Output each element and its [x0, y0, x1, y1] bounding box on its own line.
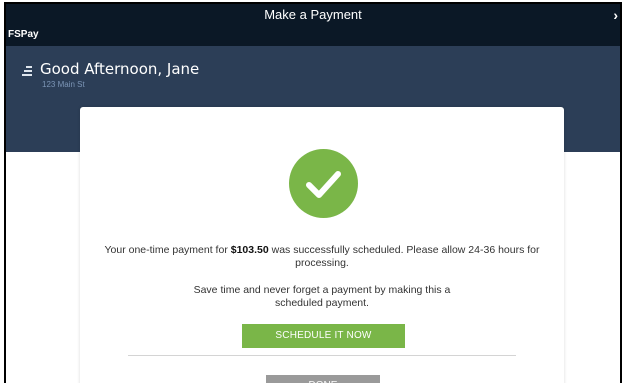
- address-text: 123 Main St: [42, 80, 85, 89]
- message-prefix: Your one-time payment for: [104, 244, 231, 256]
- greeting-text: Good Afternoon, Jane: [40, 60, 200, 78]
- divider: [128, 355, 516, 356]
- message-suffix: was successfully scheduled. Please allow…: [268, 244, 540, 269]
- checkmark-icon: [289, 149, 358, 218]
- app-name: FSPay: [6, 28, 620, 46]
- window-titlebar: Make a Payment ›: [6, 4, 620, 28]
- schedule-it-now-button[interactable]: SCHEDULE IT NOW: [242, 324, 405, 348]
- confirmation-message: Your one-time payment for $103.50 was su…: [100, 244, 544, 270]
- app-window: Make a Payment › FSPay Good Afternoon, J…: [4, 2, 622, 383]
- payment-confirmation-card: Your one-time payment for $103.50 was su…: [80, 107, 564, 383]
- payment-amount: $103.50: [230, 244, 269, 256]
- done-button[interactable]: DONE: [266, 375, 380, 383]
- chevron-right-icon[interactable]: ›: [613, 4, 618, 26]
- window-title: Make a Payment: [264, 7, 362, 22]
- schedule-promo-text: Save time and never forget a payment by …: [193, 284, 451, 309]
- menu-icon[interactable]: [22, 66, 32, 78]
